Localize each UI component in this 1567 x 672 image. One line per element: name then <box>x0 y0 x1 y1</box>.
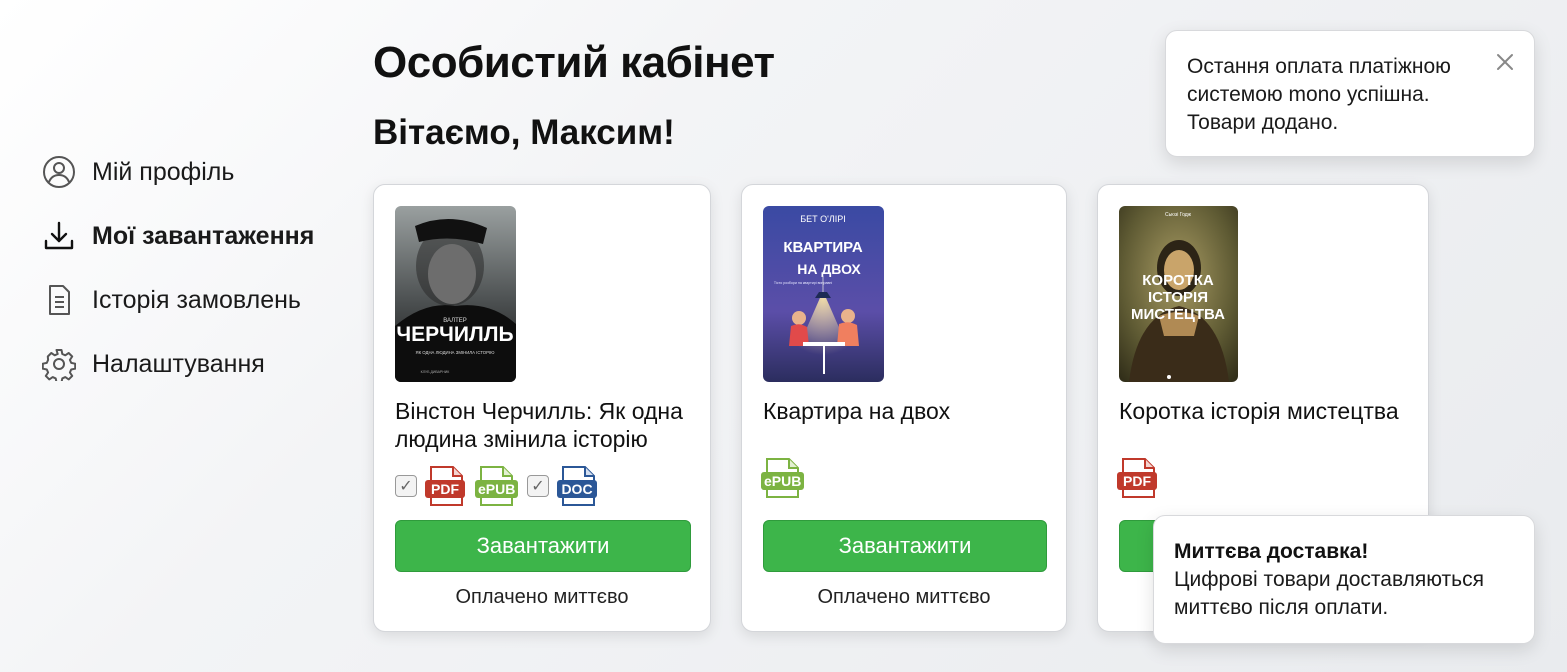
svg-text:КВАРТИРА: КВАРТИРА <box>783 239 863 256</box>
user-circle-icon <box>42 155 76 189</box>
payment-status: Оплачено миттєво <box>455 586 629 608</box>
svg-text:ЯК ОДНА ЛЮДИНА ЗМІНИЛА ІСТОРІЮ: ЯК ОДНА ЛЮДИНА ЗМІНИЛА ІСТОРІЮ <box>415 350 495 355</box>
sidebar-item-profile[interactable]: Мій профіль <box>42 140 342 204</box>
epub-file-icon[interactable]: ePUB <box>761 457 805 499</box>
book-title: Квартира на двох <box>763 398 951 424</box>
sidebar-item-downloads[interactable]: Мої завантаження <box>42 204 342 268</box>
gear-icon <box>42 347 76 381</box>
book-cover: ВАЛТЕР ЧЕРЧИЛЛЬ ЯК ОДНА ЛЮДИНА ЗМІНИЛА І… <box>395 206 516 382</box>
delivery-toast: Миттєва доставка! Цифрові товари доставл… <box>1153 515 1535 644</box>
book-cover: Сьюзі Годж КОРОТКА ІСТОРІЯ МИСТЕЦТВА <box>1119 206 1238 382</box>
svg-text:БЕТ О'ЛІРІ: БЕТ О'ЛІРІ <box>800 214 846 224</box>
svg-text:ЧЕРЧИЛЛЬ: ЧЕРЧИЛЛЬ <box>396 323 513 346</box>
sidebar-item-label: Історія замовлень <box>92 285 301 314</box>
pdf-file-icon[interactable]: PDF <box>425 465 465 507</box>
close-icon[interactable] <box>1494 51 1516 73</box>
svg-text:Сьюзі Годж: Сьюзі Годж <box>1165 212 1192 218</box>
book-title: Коротка історія мистецтва <box>1119 398 1399 424</box>
pdf-file-icon[interactable]: PDF <box>1117 457 1157 499</box>
book-title: Вінстон Черчилль: Як одна людина змінила… <box>395 398 683 452</box>
book-card: ВАЛТЕР ЧЕРЧИЛЛЬ ЯК ОДНА ЛЮДИНА ЗМІНИЛА І… <box>373 184 711 632</box>
download-button[interactable]: Завантажити <box>763 520 1047 572</box>
format-list: ePUB <box>761 457 813 499</box>
download-icon <box>42 219 76 253</box>
svg-text:КОРОТКА: КОРОТКА <box>1142 272 1214 289</box>
payment-status: Оплачено миттєво <box>817 586 991 608</box>
svg-text:НА ДВОХ: НА ДВОХ <box>797 261 861 277</box>
page-title: Особистий кабінет <box>373 38 775 87</box>
toast-title: Миттєва доставка! <box>1174 540 1369 563</box>
book-cover: БЕТ О'ЛІРІ КВАРТИРА НА ДВОХ Тісто розбор… <box>763 206 884 382</box>
download-button[interactable]: Завантажити <box>395 520 691 572</box>
doc-file-icon[interactable]: DOC <box>557 465 597 507</box>
sidebar-item-label: Мій профіль <box>92 157 235 186</box>
sidebar-item-settings[interactable]: Налаштування <box>42 332 342 396</box>
greeting: Вітаємо, Максим! <box>373 113 675 152</box>
toast-message: Остання оплата платіжною системою mono у… <box>1187 55 1451 134</box>
svg-text:Тісто розбори на квартирі випр: Тісто розбори на квартирі виправні <box>774 281 833 285</box>
svg-text:КЛУБ ДИВАРНИК: КЛУБ ДИВАРНИК <box>421 370 451 374</box>
sidebar-item-label: Мої завантаження <box>92 221 315 250</box>
sidebar-item-label: Налаштування <box>92 349 265 378</box>
sidebar-item-orders[interactable]: Історія замовлень <box>42 268 342 332</box>
sidebar: Мій профіль Мої завантаження Історія зам… <box>42 140 342 396</box>
toast-body: Цифрові товари доставляються миттєво піс… <box>1174 568 1484 619</box>
format-list: PDF <box>1117 457 1169 499</box>
svg-text:МИСТЕЦТВА: МИСТЕЦТВА <box>1131 306 1225 323</box>
format-checkbox[interactable]: ✓ <box>395 475 417 497</box>
svg-text:ІСТОРІЯ: ІСТОРІЯ <box>1148 289 1208 306</box>
format-list: ✓ PDF ePUB ✓ DOC <box>395 465 609 507</box>
book-card: БЕТ О'ЛІРІ КВАРТИРА НА ДВОХ Тісто розбор… <box>741 184 1067 632</box>
payment-toast: Остання оплата платіжною системою mono у… <box>1165 30 1535 157</box>
epub-file-icon[interactable]: ePUB <box>475 465 519 507</box>
document-icon <box>42 283 76 317</box>
format-checkbox[interactable]: ✓ <box>527 475 549 497</box>
